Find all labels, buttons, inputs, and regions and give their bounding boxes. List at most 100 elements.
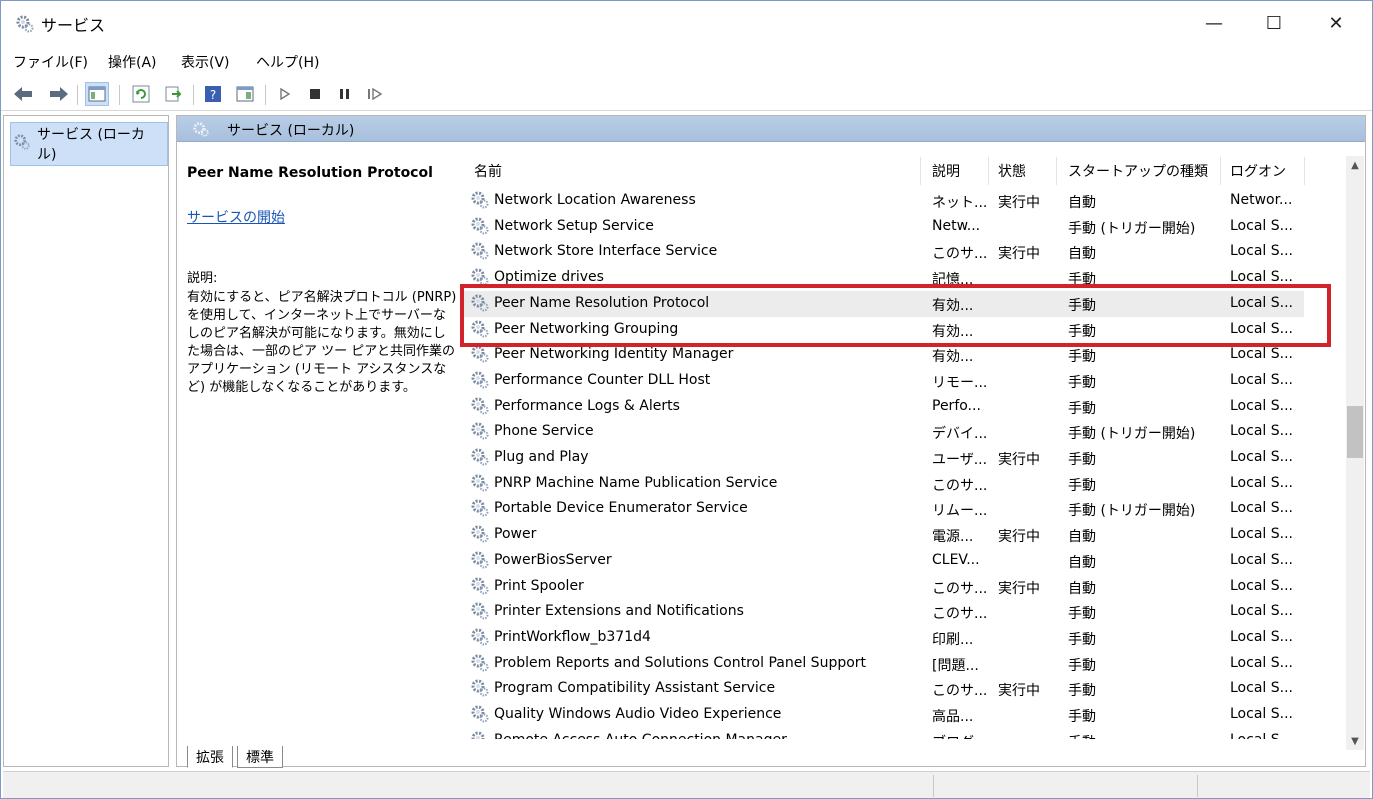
tab-standard[interactable]: 標準 <box>237 746 283 768</box>
minimize-button[interactable]: — <box>1191 1 1237 45</box>
window-title: サービス <box>41 16 106 35</box>
table-row[interactable]: Peer Networking Identity Manager 有効... 手動 L… <box>464 342 1304 368</box>
service-logon-cell: Local S... <box>1230 346 1293 363</box>
service-gear-icon <box>470 704 490 724</box>
table-row[interactable]: Power 電源... 実行中 自動 Local S... <box>464 522 1304 548</box>
pause-icon[interactable] <box>333 82 357 106</box>
column-header-name[interactable]: 名前 <box>474 161 502 181</box>
table-row[interactable]: Printer Extensions and Notifications このサ.… <box>464 599 1304 625</box>
service-description-cell: 有効... <box>932 323 974 340</box>
service-logon-cell: Local S... <box>1230 294 1293 311</box>
service-gear-icon <box>470 267 490 287</box>
table-row[interactable]: Phone Service デバイ... 手動 (トリガー開始) Local S... <box>464 419 1304 445</box>
restart-icon[interactable] <box>363 82 387 106</box>
column-header-status[interactable]: 状態 <box>998 161 1026 181</box>
service-name-cell: Portable Device Enumerator Service <box>494 500 748 517</box>
title-bar: サービス — ☐ ✕ <box>1 1 1372 45</box>
service-startup-cell: 手動 <box>1068 349 1096 366</box>
table-row[interactable]: PowerBiosServer CLEV... 自動 Local S... <box>464 548 1304 574</box>
service-name-cell: Peer Networking Identity Manager <box>494 346 734 363</box>
stop-icon[interactable] <box>303 82 327 106</box>
svg-text:?: ? <box>210 88 216 102</box>
menu-bar: ファイル(F) 操作(A) 表示(V) ヘルプ(H) <box>1 49 1372 75</box>
service-description-cell: リモー... <box>932 374 988 391</box>
table-row[interactable]: Optimize drives 記憶... 手動 Local S... <box>464 265 1304 291</box>
service-name-cell: Remote Access Auto Connection Manager <box>494 732 914 739</box>
export-icon[interactable] <box>161 82 185 106</box>
column-header-logon[interactable]: ログオン <box>1230 161 1286 181</box>
properties-icon[interactable] <box>233 82 257 106</box>
table-row[interactable]: Program Compatibility Assistant Service こ… <box>464 676 1304 702</box>
service-name-cell: Phone Service <box>494 423 594 440</box>
table-row[interactable]: Portable Device Enumerator Service リムー...… <box>464 496 1304 522</box>
table-row[interactable]: Quality Windows Audio Video Experience 高品… <box>464 702 1304 728</box>
service-logon-cell: Local S... <box>1230 526 1293 543</box>
tree-item-services-local[interactable]: サービス (ローカル) <box>10 122 168 166</box>
menu-action[interactable]: 操作(A) <box>108 52 157 72</box>
play-icon[interactable] <box>273 82 297 106</box>
service-startup-cell: 手動 <box>1068 374 1096 391</box>
service-name-cell: Problem Reports and Solutions Control Pa… <box>494 654 867 671</box>
table-row[interactable]: Peer Name Resolution Protocol 有効... 手動 Loca… <box>464 290 1304 317</box>
service-startup-cell: 手動 <box>1068 657 1096 674</box>
service-logon-cell: Local S... <box>1230 551 1293 568</box>
service-status-cell: 実行中 <box>998 195 1040 211</box>
service-description-cell: このサ... <box>932 683 988 700</box>
menu-view[interactable]: 表示(V) <box>181 52 230 72</box>
table-row[interactable]: Network Location Awareness ネット... 実行中 自動 Net… <box>464 188 1304 214</box>
service-gear-icon <box>470 344 490 364</box>
scroll-down-icon[interactable]: ▼ <box>1346 732 1364 750</box>
scroll-up-icon[interactable]: ▲ <box>1346 156 1364 174</box>
table-row[interactable]: Plug and Play ユーザ... 実行中 手動 Local S... <box>464 445 1304 471</box>
service-logon-cell: Local S... <box>1230 449 1293 465</box>
service-logon-cell: Local S... <box>1230 654 1293 671</box>
close-button[interactable]: ✕ <box>1313 1 1359 45</box>
service-status-cell: 実行中 <box>998 529 1040 546</box>
start-service-link[interactable]: サービスの開始 <box>187 207 285 227</box>
maximize-button[interactable]: ☐ <box>1251 1 1297 45</box>
selected-service-name: Peer Name Resolution Protocol <box>187 165 433 181</box>
view-tabs: 拡張 標準 <box>187 746 587 768</box>
table-row[interactable]: Network Setup Service Netw... 手動 (トリガー開始) L… <box>464 214 1304 240</box>
service-details-panel: Peer Name Resolution Protocol サービスの開始 説明… <box>177 143 456 741</box>
forward-icon[interactable] <box>47 82 71 106</box>
table-row[interactable]: Problem Reports and Solutions Control Pa… <box>464 651 1304 677</box>
service-gear-icon <box>470 576 490 596</box>
menu-file[interactable]: ファイル(F) <box>13 52 88 72</box>
table-row[interactable]: PrintWorkflow_b371d4 印刷... 手動 Local S... <box>464 625 1304 651</box>
service-gear-icon <box>470 293 490 313</box>
table-row[interactable]: Performance Counter DLL Host リモー... 手動 Loca… <box>464 368 1304 394</box>
service-name-cell: Network Location Awareness <box>494 192 696 208</box>
vertical-scrollbar[interactable]: ▲ ▼ <box>1346 156 1364 750</box>
service-description-cell: 電源... <box>932 529 974 546</box>
service-startup-cell: 手動 (トリガー開始) <box>1068 220 1196 237</box>
table-row[interactable]: Network Store Interface Service このサ... 実行中… <box>464 239 1304 265</box>
menu-help[interactable]: ヘルプ(H) <box>256 52 319 72</box>
service-logon-cell: Local S... <box>1230 371 1293 388</box>
list-header: ^ 名前 説明 状態 スタートアップの種類 ログオン <box>464 149 1364 193</box>
service-startup-cell: 手動 <box>1068 709 1096 725</box>
table-row[interactable]: PNRP Machine Name Publication Service このサ… <box>464 471 1304 497</box>
table-row[interactable]: Remote Access Auto Connection Manager ブログ… <box>464 728 1304 739</box>
service-gear-icon <box>470 653 490 673</box>
console-tree-icon[interactable] <box>85 82 109 106</box>
table-row[interactable]: Print Spooler このサ... 実行中 自動 Local S... <box>464 574 1304 600</box>
tab-extended[interactable]: 拡張 <box>187 746 233 768</box>
column-header-startup-type[interactable]: スタートアップの種類 <box>1068 161 1208 181</box>
service-description-cell: リムー... <box>932 503 988 520</box>
tree-item-label: サービス (ローカル) <box>37 127 145 163</box>
refresh-icon[interactable] <box>129 82 153 106</box>
service-description-cell: 高品... <box>932 709 974 725</box>
scrollbar-thumb[interactable] <box>1347 406 1363 458</box>
table-row[interactable]: Peer Networking Grouping 有効... 手動 Local S..… <box>464 317 1304 343</box>
help-icon[interactable]: ? <box>201 82 225 106</box>
service-status-cell: 実行中 <box>998 580 1040 597</box>
column-header-description[interactable]: 説明 <box>932 161 960 181</box>
service-name-cell: PrintWorkflow_b371d4 <box>494 628 651 645</box>
service-description-cell: このサ... <box>932 580 988 597</box>
service-description-cell: Netw... <box>932 217 981 234</box>
table-row[interactable]: Performance Logs & Alerts Perfo... 手動 Local… <box>464 394 1304 420</box>
back-icon[interactable] <box>11 82 35 106</box>
service-startup-cell: 手動 <box>1068 683 1096 700</box>
service-startup-cell: 手動 <box>1068 631 1096 648</box>
